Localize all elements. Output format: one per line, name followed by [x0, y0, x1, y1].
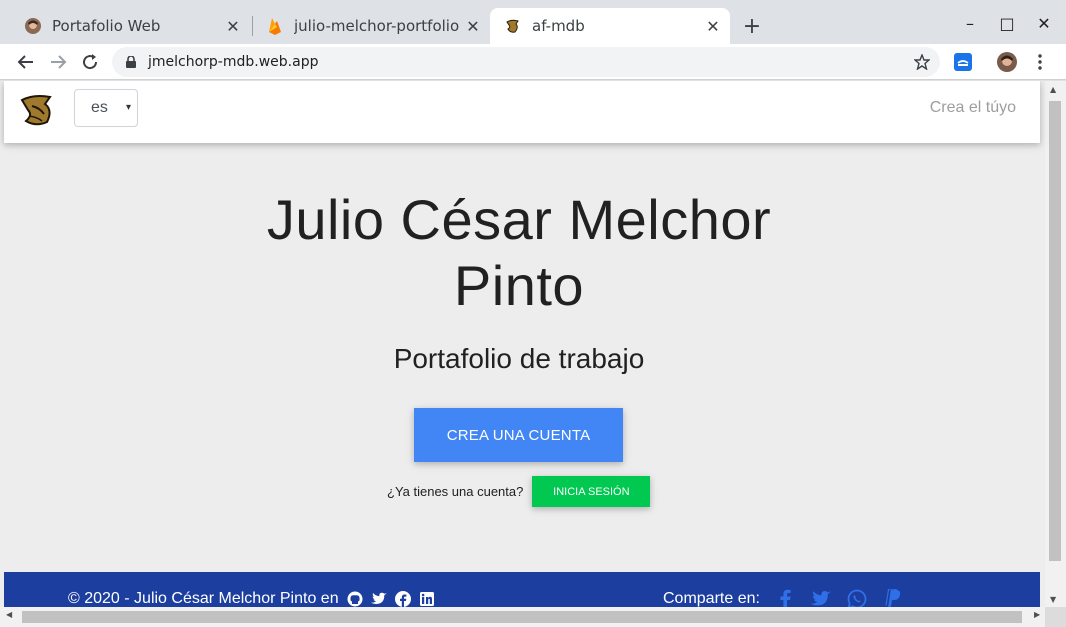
title-line-2: Pinto [453, 254, 585, 317]
lock-icon [124, 55, 138, 69]
menu-dots-icon[interactable] [1030, 52, 1050, 72]
forward-icon[interactable] [45, 49, 71, 75]
site-logo-icon[interactable] [18, 91, 56, 129]
reload-icon[interactable] [77, 49, 103, 75]
tab-julio-melchor-portfolio[interactable]: julio-melchor-portfolio – S ✕ [252, 8, 490, 44]
site-logo-favicon-icon [504, 17, 522, 35]
tab-af-mdb[interactable]: af-mdb ✕ [490, 8, 730, 44]
tab-portafolio-web[interactable]: Portafolio Web ✕ [10, 8, 250, 44]
copyright-text: © 2020 - Julio César Melchor Pinto en [68, 590, 339, 607]
linkedin-icon[interactable] [419, 591, 435, 607]
tab-title: af-mdb [532, 17, 585, 35]
scrollbar-corner [1045, 607, 1066, 627]
language-select[interactable]: es ▾ [74, 89, 138, 127]
vertical-scrollbar[interactable]: ▲ ▼ [1045, 81, 1066, 611]
star-icon[interactable] [912, 52, 932, 72]
language-value: es [91, 99, 108, 116]
tab-strip: Portafolio Web ✕ julio-melchor-portfolio… [0, 0, 1066, 44]
new-tab-button[interactable]: + [740, 14, 764, 39]
create-account-button[interactable]: CREA UNA CUENTA [414, 408, 623, 462]
scroll-down-icon[interactable]: ▼ [1050, 595, 1056, 604]
back-icon[interactable] [13, 49, 39, 75]
close-window-button[interactable]: ✕ [1032, 12, 1056, 34]
url-text: jmelchorp-mdb.web.app [148, 54, 319, 70]
close-icon[interactable]: ✕ [704, 17, 722, 36]
share-label: Comparte en: [663, 590, 760, 607]
site-navbar: es ▾ Crea el túyo [4, 81, 1040, 143]
horizontal-scroll-thumb[interactable] [22, 611, 1022, 623]
address-bar[interactable]: jmelchorp-mdb.web.app [112, 47, 940, 77]
scroll-up-icon[interactable]: ▲ [1050, 85, 1056, 94]
login-row: ¿Ya tienes una cuenta? INICIA SESIÓN [387, 476, 651, 507]
page: es ▾ Crea el túyo Julio César Melchor Pi… [4, 81, 1040, 627]
scroll-right-icon[interactable]: ▶ [1034, 610, 1040, 619]
github-icon[interactable] [347, 591, 363, 607]
browser-toolbar: jmelchorp-mdb.web.app [0, 44, 1066, 80]
close-icon[interactable]: ✕ [224, 17, 242, 36]
page-viewport: es ▾ Crea el túyo Julio César Melchor Pi… [0, 81, 1066, 627]
chevron-down-icon: ▾ [125, 102, 131, 113]
create-yours-link[interactable]: Crea el túyo [930, 99, 1016, 117]
facebook-icon[interactable] [394, 591, 411, 607]
scroll-left-icon[interactable]: ◀ [6, 610, 12, 619]
avatar-favicon-icon [24, 17, 42, 35]
login-button[interactable]: INICIA SESIÓN [532, 476, 651, 507]
maximize-button[interactable]: □ [995, 12, 1019, 34]
title-line-1: Julio César Melchor [266, 188, 772, 251]
extension-icon[interactable] [953, 52, 973, 72]
minimize-button[interactable]: – [958, 12, 982, 34]
close-icon[interactable]: ✕ [464, 17, 482, 36]
firebase-icon [266, 17, 284, 35]
footer-credits: © 2020 - Julio César Melchor Pinto en [68, 590, 435, 608]
horizontal-scrollbar[interactable]: ◀ ▶ [0, 607, 1045, 627]
page-subtitle: Portafolio de trabajo [393, 343, 645, 374]
twitter-icon[interactable] [370, 591, 387, 607]
login-question: ¿Ya tienes una cuenta? [387, 484, 524, 499]
profile-avatar-icon[interactable] [997, 52, 1017, 72]
vertical-scroll-thumb[interactable] [1049, 101, 1061, 561]
tab-title: Portafolio Web [52, 17, 161, 35]
page-title: Julio César Melchor Pinto [4, 187, 1034, 319]
tab-title: julio-melchor-portfolio – S [294, 17, 464, 35]
